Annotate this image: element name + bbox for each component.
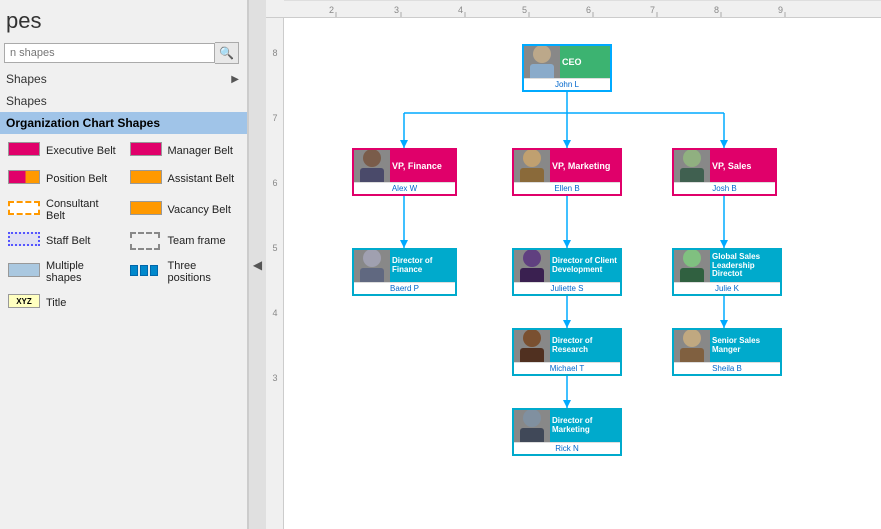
global-sales-name: Julie K <box>674 282 780 294</box>
title-label: Title <box>46 297 66 309</box>
collapse-panel-button[interactable]: ◀ <box>248 0 266 529</box>
manager-belt-label: Manager Belt <box>168 145 233 157</box>
position-belt-icon <box>8 170 40 188</box>
exec-belt-label: Executive Belt <box>46 145 116 157</box>
svg-text:8: 8 <box>272 48 277 58</box>
assistant-belt-label: Assistant Belt <box>168 173 235 185</box>
title-icon: XYZ <box>8 294 40 312</box>
vp-marketing-name: Ellen B <box>514 182 620 194</box>
svg-text:4: 4 <box>458 5 463 15</box>
assistant-belt-icon <box>130 170 162 188</box>
sidebar-item-label: Shapes <box>6 72 47 86</box>
node-dir-client[interactable]: Director of Client Development Juliette … <box>512 248 622 296</box>
senior-sales-name: Sheila B <box>674 362 780 374</box>
node-dir-research[interactable]: Director of Research Michael T <box>512 328 622 376</box>
vp-marketing-title: VP, Marketing <box>552 161 610 171</box>
panel-title: pes <box>0 0 247 38</box>
multiple-shapes-icon <box>8 263 40 281</box>
team-frame-label: Team frame <box>168 235 226 247</box>
dir-client-title: Director of Client Development <box>552 257 618 275</box>
sidebar-item-label: Shapes <box>6 94 47 108</box>
vp-finance-name: Alex W <box>354 182 455 194</box>
org-chart-inner: CEO John L <box>284 18 881 508</box>
vacancy-belt-label: Vacancy Belt <box>168 204 231 216</box>
vacancy-belt-icon <box>130 201 162 219</box>
shapes-panel: pes 🔍 Shapes ▶ Shapes Organization Chart… <box>0 0 248 529</box>
node-senior-sales[interactable]: Senior Sales Manger Sheila B <box>672 328 782 376</box>
svg-text:7: 7 <box>650 5 655 15</box>
shape-vacancy-belt[interactable]: Vacancy Belt <box>126 196 244 224</box>
vertical-ruler: 8 7 6 5 4 3 <box>266 18 284 529</box>
sidebar-item-org[interactable]: Organization Chart Shapes <box>0 112 247 134</box>
svg-text:5: 5 <box>272 243 277 253</box>
vp-sales-title: VP, Sales <box>712 161 751 171</box>
svg-text:4: 4 <box>272 308 277 318</box>
team-frame-icon <box>130 232 162 250</box>
dir-marketing-title: Director of Marketing <box>552 417 618 435</box>
expand-arrow: ▶ <box>231 74 239 85</box>
ceo-title: CEO <box>562 57 582 67</box>
sidebar-item-label: Organization Chart Shapes <box>6 116 160 130</box>
search-button[interactable]: 🔍 <box>215 42 239 64</box>
senior-sales-title: Senior Sales Manger <box>712 337 778 355</box>
shape-manager-belt[interactable]: Manager Belt <box>126 140 244 162</box>
svg-text:6: 6 <box>586 5 591 15</box>
exec-belt-icon <box>8 142 40 160</box>
staff-belt-label: Staff Belt <box>46 235 90 247</box>
ceo-name: John L <box>524 78 610 90</box>
position-belt-label: Position Belt <box>46 173 107 185</box>
vp-sales-name: Josh B <box>674 182 775 194</box>
dir-finance-title: Director of Finance <box>392 257 453 275</box>
canvas-area: 2 3 4 5 6 7 8 9 8 7 6 5 <box>266 0 881 529</box>
dir-research-name: Michael T <box>514 362 620 374</box>
node-vp-sales[interactable]: VP, Sales Josh B <box>672 148 777 196</box>
svg-text:9: 9 <box>778 5 783 15</box>
svg-text:8: 8 <box>714 5 719 15</box>
svg-text:7: 7 <box>272 113 277 123</box>
manager-belt-icon <box>130 142 162 160</box>
search-input[interactable] <box>4 43 215 63</box>
horizontal-ruler: 2 3 4 5 6 7 8 9 <box>266 0 881 18</box>
shape-list: Shapes ▶ Shapes Organization Chart Shape… <box>0 68 247 529</box>
shapes-grid: Executive Belt Manager Belt Position Bel… <box>0 134 247 320</box>
node-dir-finance[interactable]: Director of Finance Baerd P <box>352 248 457 296</box>
node-vp-marketing[interactable]: VP, Marketing Ellen B <box>512 148 622 196</box>
shape-position-belt[interactable]: Position Belt <box>4 168 122 190</box>
node-global-sales[interactable]: Global Sales Leadership Directot Julie K <box>672 248 782 296</box>
node-ceo[interactable]: CEO John L <box>522 44 612 92</box>
dir-client-name: Juliette S <box>514 282 620 294</box>
multiple-shapes-label: Multiple shapes <box>46 260 118 284</box>
dir-research-title: Director of Research <box>552 337 618 355</box>
consultant-belt-icon <box>8 201 40 219</box>
node-vp-finance[interactable]: VP, Finance Alex W <box>352 148 457 196</box>
dir-finance-name: Baerd P <box>354 282 455 294</box>
svg-text:2: 2 <box>329 5 334 15</box>
three-positions-label: Three positions <box>168 260 240 284</box>
shape-consultant-belt[interactable]: Consultant Belt <box>4 196 122 224</box>
svg-text:3: 3 <box>394 5 399 15</box>
global-sales-title: Global Sales Leadership Directot <box>712 253 778 279</box>
svg-text:6: 6 <box>272 178 277 188</box>
vp-finance-title: VP, Finance <box>392 161 442 171</box>
svg-text:5: 5 <box>522 5 527 15</box>
shape-assistant-belt[interactable]: Assistant Belt <box>126 168 244 190</box>
sidebar-item-shapes2[interactable]: Shapes <box>0 90 247 112</box>
dir-marketing-name: Rick N <box>514 442 620 454</box>
org-chart-canvas[interactable]: CEO John L <box>284 18 881 529</box>
shape-team-frame[interactable]: Team frame <box>126 230 244 252</box>
consultant-belt-label: Consultant Belt <box>46 198 118 222</box>
sidebar-item-shapes1[interactable]: Shapes ▶ <box>0 68 247 90</box>
shape-three-positions[interactable]: Three positions <box>126 258 244 286</box>
shape-multiple-shapes[interactable]: Multiple shapes <box>4 258 122 286</box>
search-bar: 🔍 <box>4 42 239 64</box>
staff-belt-icon <box>8 232 40 250</box>
svg-text:3: 3 <box>272 373 277 383</box>
shape-exec-belt[interactable]: Executive Belt <box>4 140 122 162</box>
three-positions-icon <box>130 263 162 281</box>
shape-staff-belt[interactable]: Staff Belt <box>4 230 122 252</box>
shape-title[interactable]: XYZ Title <box>4 292 122 314</box>
node-dir-marketing[interactable]: Director of Marketing Rick N <box>512 408 622 456</box>
canvas-body: 8 7 6 5 4 3 <box>266 18 881 529</box>
